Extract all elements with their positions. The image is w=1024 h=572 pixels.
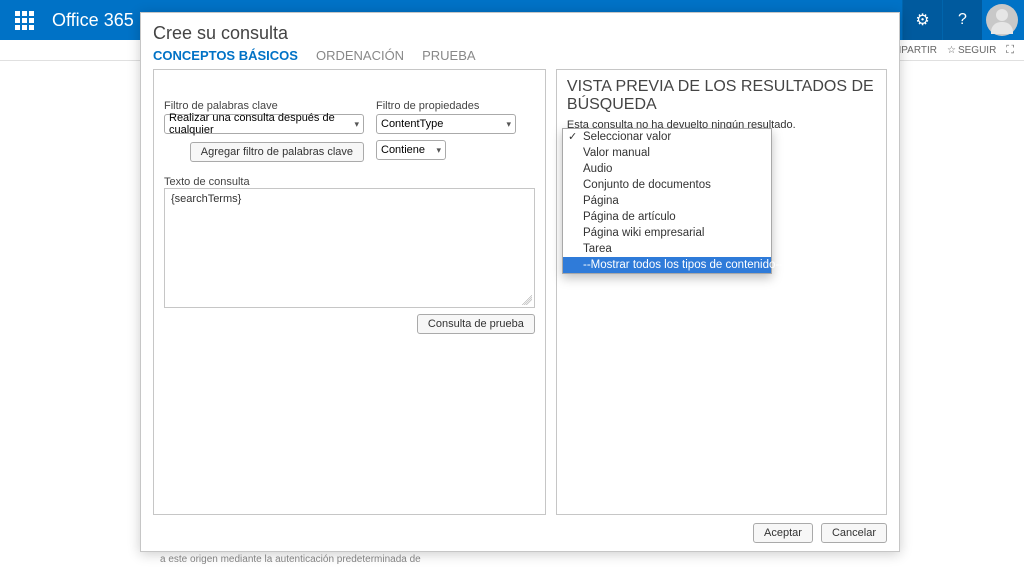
waffle-icon — [15, 11, 34, 30]
follow-label: SEGUIR — [958, 45, 996, 56]
preview-title: VISTA PREVIA DE LOS RESULTADOS DE BÚSQUE… — [567, 78, 876, 115]
brand-label: Office 365 — [48, 10, 134, 31]
dropdown-option[interactable]: Página de artículo — [563, 209, 771, 225]
query-text-value: {searchTerms} — [171, 193, 241, 205]
suite-bar-right: ⚙ ? — [902, 0, 1024, 40]
dropdown-option[interactable]: Página wiki empresarial — [563, 225, 771, 241]
tab-sorting[interactable]: ORDENACIÓN — [316, 48, 404, 63]
avatar[interactable] — [986, 4, 1018, 36]
property-operator-value: Contiene — [381, 144, 425, 156]
dialog-tabs: CONCEPTOS BÁSICOS ORDENACIÓN PRUEBA — [153, 48, 887, 63]
dialog-columns: Filtro de palabras clave Realizar una co… — [153, 69, 887, 515]
dropdown-option[interactable]: Valor manual — [563, 145, 771, 161]
property-operator-select[interactable]: Contiene ▾ — [376, 140, 446, 160]
settings-button[interactable]: ⚙ — [902, 0, 942, 40]
keyword-filter-label: Filtro de palabras clave — [164, 100, 364, 112]
content-type-dropdown: Seleccionar valor Valor manual Audio Con… — [562, 128, 772, 274]
gear-icon: ⚙ — [915, 10, 929, 30]
fullpage-icon[interactable] — [1006, 44, 1014, 57]
chevron-down-icon: ▾ — [506, 119, 511, 130]
property-filter-select[interactable]: ContentType ▾ — [376, 114, 516, 134]
basics-panel: Filtro de palabras clave Realizar una co… — [153, 69, 546, 515]
dropdown-option[interactable]: Conjunto de documentos — [563, 177, 771, 193]
chevron-down-icon: ▾ — [436, 145, 441, 156]
chevron-down-icon: ▾ — [354, 119, 359, 130]
keyword-filter-value: Realizar una consulta después de cualqui… — [169, 112, 348, 136]
follow-link[interactable]: SEGUIR — [947, 45, 996, 56]
add-keyword-filter-button[interactable]: Agregar filtro de palabras clave — [190, 142, 364, 162]
query-text-input[interactable]: {searchTerms} — [164, 188, 535, 308]
question-icon: ? — [958, 11, 967, 29]
help-button[interactable]: ? — [942, 0, 982, 40]
dropdown-option[interactable]: Audio — [563, 161, 771, 177]
query-builder-dialog: Cree su consulta CONCEPTOS BÁSICOS ORDEN… — [140, 12, 900, 552]
app-launcher[interactable] — [0, 11, 48, 30]
test-query-button[interactable]: Consulta de prueba — [417, 314, 535, 334]
dropdown-option-highlighted[interactable]: --Mostrar todos los tipos de contenido-- — [563, 257, 771, 273]
resize-grip-icon[interactable] — [522, 295, 532, 305]
bg-line2: a este origen mediante la autenticación … — [160, 553, 446, 566]
property-filter-label: Filtro de propiedades — [376, 100, 516, 112]
ok-button[interactable]: Aceptar — [753, 523, 813, 543]
dialog-title: Cree su consulta — [153, 23, 887, 44]
keyword-filter-select[interactable]: Realizar una consulta después de cualqui… — [164, 114, 364, 134]
tab-basics[interactable]: CONCEPTOS BÁSICOS — [153, 48, 298, 63]
dialog-footer: Aceptar Cancelar — [153, 515, 887, 543]
property-filter-value: ContentType — [381, 118, 443, 130]
query-text-label: Texto de consulta — [164, 176, 535, 188]
tab-test[interactable]: PRUEBA — [422, 48, 475, 63]
cancel-button[interactable]: Cancelar — [821, 523, 887, 543]
dropdown-option[interactable]: Tarea — [563, 241, 771, 257]
dropdown-option[interactable]: Página — [563, 193, 771, 209]
dropdown-option[interactable]: Seleccionar valor — [563, 129, 771, 145]
